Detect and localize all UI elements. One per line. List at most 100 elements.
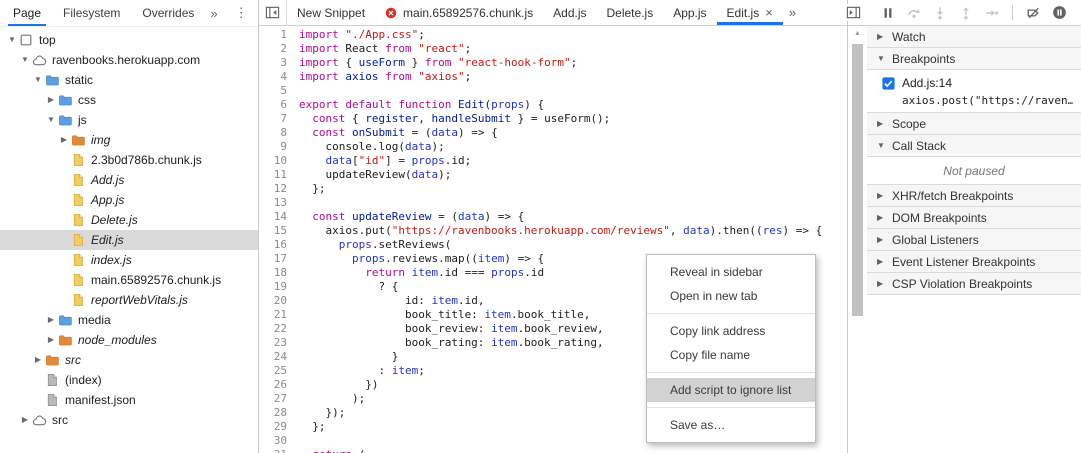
line-number[interactable]: 9	[259, 140, 293, 154]
line-number[interactable]: 2	[259, 42, 293, 56]
menu-item-add-script-to-ignore-list[interactable]: Add script to ignore list	[647, 378, 815, 402]
tree-item-img[interactable]: ▶ img	[0, 130, 258, 150]
step-out-icon	[958, 5, 974, 21]
tree-item-js[interactable]: ▼ js	[0, 110, 258, 130]
tree-item-edit-js[interactable]: Edit.js	[0, 230, 258, 250]
tree-item-app-js[interactable]: App.js	[0, 190, 258, 210]
line-number[interactable]: 4	[259, 70, 293, 84]
tree-item-index[interactable]: (index)	[0, 370, 258, 390]
tree-item-media[interactable]: ▶ media	[0, 310, 258, 330]
tree-item-index-js[interactable]: index.js	[0, 250, 258, 270]
tree-item-ravenbooks-herokuapp-com[interactable]: ▼ ravenbooks.herokuapp.com	[0, 50, 258, 70]
tree-item-static[interactable]: ▼ static	[0, 70, 258, 90]
line-number[interactable]: 31	[259, 448, 293, 453]
line-number[interactable]: 12	[259, 182, 293, 196]
tree-item-reportwebvitals-js[interactable]: reportWebVitals.js	[0, 290, 258, 310]
line-number[interactable]: 30	[259, 434, 293, 448]
editor-tab-delete-js[interactable]: Delete.js	[597, 0, 664, 25]
line-number[interactable]: 19	[259, 280, 293, 294]
tree-item-src-origin[interactable]: ▶ src	[0, 410, 258, 430]
section-header-call-stack[interactable]: ▼ Call Stack	[867, 135, 1081, 157]
line-number[interactable]: 23	[259, 336, 293, 350]
section-header-xhr-fetch-breakpoints[interactable]: ▶ XHR/fetch Breakpoints	[867, 185, 1081, 207]
expander-open-icon[interactable]: ▼	[32, 70, 44, 90]
section-header-scope[interactable]: ▶ Scope	[867, 113, 1081, 135]
line-number[interactable]: 16	[259, 238, 293, 252]
section-header-breakpoints[interactable]: ▼ Breakpoints	[867, 48, 1081, 70]
line-number[interactable]: 27	[259, 392, 293, 406]
line-number[interactable]: 22	[259, 322, 293, 336]
more-options-icon[interactable]: ⋮	[223, 5, 260, 21]
breakpoint-checkbox[interactable]	[882, 76, 895, 90]
expander-open-icon[interactable]: ▼	[19, 50, 31, 70]
tree-item-node-modules[interactable]: ▶ node_modules	[0, 330, 258, 350]
file-gray-icon	[44, 392, 60, 408]
line-number[interactable]: 29	[259, 420, 293, 434]
line-number[interactable]: 25	[259, 364, 293, 378]
editor-tab-new-snippet[interactable]: New Snippet	[287, 0, 375, 25]
section-header-dom-breakpoints[interactable]: ▶ DOM Breakpoints	[867, 207, 1081, 229]
tree-item-delete-js[interactable]: Delete.js	[0, 210, 258, 230]
line-number[interactable]: 28	[259, 406, 293, 420]
line-number[interactable]: 15	[259, 224, 293, 238]
scrollbar-thumb[interactable]	[852, 44, 863, 316]
expander-closed-icon[interactable]: ▶	[19, 410, 31, 430]
menu-item-save-as[interactable]: Save as…	[647, 413, 815, 437]
pause-icon[interactable]	[880, 5, 896, 21]
expander-open-icon[interactable]: ▼	[6, 30, 18, 50]
line-number[interactable]: 6	[259, 98, 293, 112]
menu-item-reveal-in-sidebar[interactable]: Reveal in sidebar	[647, 260, 815, 284]
line-number[interactable]: 24	[259, 350, 293, 364]
line-number[interactable]: 7	[259, 112, 293, 126]
line-number[interactable]: 3	[259, 56, 293, 70]
line-number[interactable]: 1	[259, 28, 293, 42]
toggle-navigator-icon[interactable]	[259, 0, 287, 25]
expander-closed-icon[interactable]: ▶	[32, 350, 44, 370]
pause-on-exceptions-icon[interactable]	[1051, 5, 1067, 21]
tree-item-manifest-json[interactable]: manifest.json	[0, 390, 258, 410]
expander-closed-icon[interactable]: ▶	[45, 330, 57, 350]
tree-item-add-js[interactable]: Add.js	[0, 170, 258, 190]
toggle-sidebar-icon[interactable]	[845, 4, 862, 21]
deactivate-breakpoints-icon[interactable]	[1025, 5, 1041, 21]
expander-closed-icon[interactable]: ▶	[45, 310, 57, 330]
line-number[interactable]: 5	[259, 84, 293, 98]
editor-tab-main-65892576-chunk-js[interactable]: main.65892576.chunk.js	[375, 0, 543, 25]
scroll-up-arrow-icon[interactable]: ▲	[848, 26, 867, 41]
section-header-event-listener-breakpoints[interactable]: ▶ Event Listener Breakpoints	[867, 251, 1081, 273]
line-number[interactable]: 8	[259, 126, 293, 140]
line-number[interactable]: 14	[259, 210, 293, 224]
expander-closed-icon[interactable]: ▶	[45, 90, 57, 110]
navigator-tab-filesystem[interactable]: Filesystem	[52, 0, 131, 26]
breakpoint-entry[interactable]: Add.js:14 axios.post("https://raven…	[867, 70, 1081, 113]
line-number[interactable]: 20	[259, 294, 293, 308]
expander-closed-icon[interactable]: ▶	[58, 130, 70, 150]
line-number[interactable]: 18	[259, 266, 293, 280]
line-number[interactable]: 13	[259, 196, 293, 210]
line-number[interactable]: 21	[259, 308, 293, 322]
line-number[interactable]: 11	[259, 168, 293, 182]
section-header-csp-violation-breakpoints[interactable]: ▶ CSP Violation Breakpoints	[867, 273, 1081, 295]
navigator-tab-page[interactable]: Page	[2, 0, 52, 26]
close-tab-icon[interactable]: ×	[765, 6, 773, 19]
menu-item-open-in-new-tab[interactable]: Open in new tab	[647, 284, 815, 308]
tree-item-2-3b0d786b-chunk-js[interactable]: 2.3b0d786b.chunk.js	[0, 150, 258, 170]
menu-item-copy-file-name[interactable]: Copy file name	[647, 343, 815, 367]
line-number[interactable]: 10	[259, 154, 293, 168]
line-number[interactable]: 17	[259, 252, 293, 266]
editor-tab-overflow-icon[interactable]: »	[783, 5, 802, 20]
tree-item-main-65892576-chunk-js[interactable]: main.65892576.chunk.js	[0, 270, 258, 290]
expander-open-icon[interactable]: ▼	[45, 110, 57, 130]
editor-tab-add-js[interactable]: Add.js	[543, 0, 596, 25]
editor-tab-app-js[interactable]: App.js	[663, 0, 716, 25]
section-header-global-listeners[interactable]: ▶ Global Listeners	[867, 229, 1081, 251]
navigator-tab-overflow-icon[interactable]: »	[205, 6, 222, 21]
section-header-watch[interactable]: ▶ Watch	[867, 26, 1081, 48]
editor-tab-edit-js[interactable]: Edit.js ×	[716, 0, 784, 25]
menu-item-copy-link-address[interactable]: Copy link address	[647, 319, 815, 343]
tree-item-src[interactable]: ▶ src	[0, 350, 258, 370]
tree-item-css[interactable]: ▶ css	[0, 90, 258, 110]
line-number[interactable]: 26	[259, 378, 293, 392]
navigator-tab-overrides[interactable]: Overrides	[131, 0, 205, 26]
tree-item-top[interactable]: ▼ top	[0, 30, 258, 50]
